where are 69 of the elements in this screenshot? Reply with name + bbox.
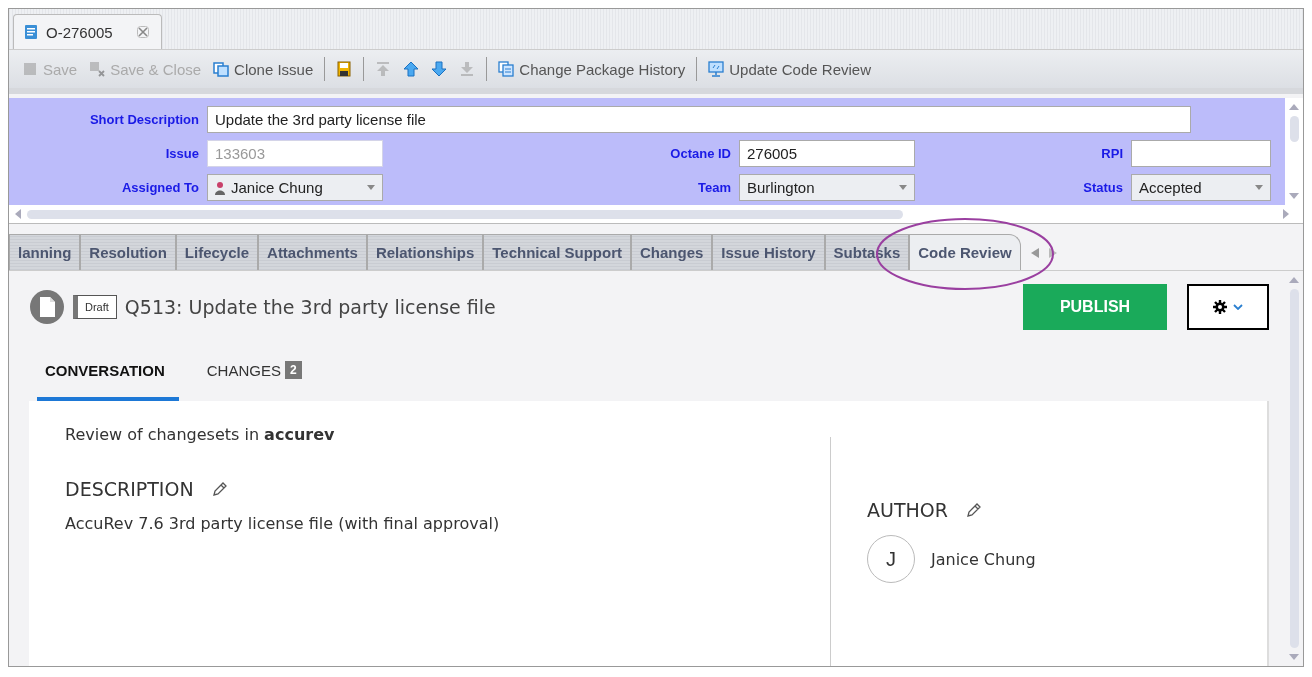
- toolbar-button[interactable]: Update Code Review: [705, 58, 874, 80]
- settings-button[interactable]: [1187, 284, 1269, 330]
- review-title: Q513: Update the 3rd party license file: [124, 296, 496, 318]
- arrow-up-icon: [403, 61, 420, 77]
- tab[interactable]: CHANGES 2: [198, 347, 316, 401]
- settings-icon: [1213, 300, 1227, 314]
- count-badge: 2: [284, 361, 302, 379]
- tab[interactable]: Resolution: [80, 234, 176, 270]
- tab[interactable]: Code Review: [909, 234, 1021, 270]
- status-badge: Draft: [73, 295, 117, 319]
- tab[interactable]: Changes: [631, 234, 713, 270]
- dropdown-field[interactable]: Accepted: [1131, 174, 1271, 201]
- arrow-down-icon: [1289, 654, 1299, 660]
- field-label: Short Description: [88, 112, 199, 127]
- author-name: Janice Chung: [931, 549, 1036, 569]
- arrow-bottom-icon: [459, 61, 476, 77]
- caret-icon: [1255, 185, 1263, 190]
- section-heading: DESCRIPTION: [65, 478, 194, 500]
- arrow-down-icon: [431, 61, 448, 77]
- input-field[interactable]: Update the 3rd party license file: [207, 106, 1191, 133]
- document-icon: [24, 24, 38, 40]
- monitor-icon: [708, 61, 725, 77]
- field-label: Octane ID: [669, 146, 731, 161]
- square-icon: [22, 61, 38, 77]
- arrow-right-icon: [1283, 209, 1289, 219]
- toolbar-button[interactable]: Change Package History: [495, 58, 689, 80]
- dropdown-field[interactable]: Burlington: [739, 174, 915, 201]
- pencil-icon: [965, 502, 982, 518]
- publish-button[interactable]: PUBLISH: [1023, 284, 1167, 330]
- tab[interactable]: Lifecycle: [175, 234, 259, 270]
- scrollbar-thumb[interactable]: [27, 209, 903, 219]
- field-label: Team: [697, 180, 731, 195]
- arrow-top-icon: [375, 61, 392, 77]
- close-icon: [136, 26, 149, 38]
- input-field[interactable]: 276005: [739, 140, 915, 167]
- tab[interactable]: Technical Support: [483, 234, 631, 270]
- field-label: Assigned To: [120, 180, 199, 195]
- arrow-up-icon: [1289, 104, 1299, 110]
- arrow-left-icon: [15, 209, 21, 219]
- arrow-up-icon: [1289, 277, 1299, 283]
- input-field[interactable]: [1131, 140, 1271, 167]
- square-x-icon: [89, 61, 106, 77]
- caret-icon: [367, 185, 375, 190]
- arrow-left-icon: [1030, 248, 1039, 258]
- toolbar-button[interactable]: Clone Issue: [210, 58, 317, 80]
- summary-text: Review of changesets in accurev: [65, 425, 336, 444]
- pencil-icon: [211, 481, 228, 497]
- editor-tab[interactable]: O-276005: [13, 14, 162, 49]
- person-icon: [215, 180, 225, 195]
- arrow-right-icon: [1048, 248, 1057, 258]
- section-heading: AUTHOR: [867, 499, 948, 521]
- tab[interactable]: Issue History: [712, 234, 825, 270]
- copy-icon: [498, 61, 515, 77]
- copy-icon: [213, 61, 230, 77]
- vertical-scrollbar[interactable]: [1285, 98, 1303, 205]
- tab[interactable]: Attachments: [258, 234, 367, 270]
- caret-icon: [899, 185, 907, 190]
- arrow-down-icon: [1289, 193, 1299, 199]
- scrollbar-thumb[interactable]: [1289, 116, 1299, 142]
- description-text: AccuRev 7.6 3rd party license file (with final approval): [65, 514, 501, 533]
- horizontal-scrollbar[interactable]: [9, 205, 1303, 224]
- field-label: Status: [1082, 180, 1123, 195]
- chevron-down-icon: [1233, 304, 1243, 310]
- dropdown-field[interactable]: Janice Chung: [207, 174, 383, 201]
- field-label: Issue: [164, 146, 199, 161]
- tab[interactable]: Relationships: [366, 234, 484, 270]
- field-label: RPI: [1100, 146, 1123, 161]
- tab[interactable]: lanning: [9, 234, 81, 270]
- document-icon: [29, 289, 65, 325]
